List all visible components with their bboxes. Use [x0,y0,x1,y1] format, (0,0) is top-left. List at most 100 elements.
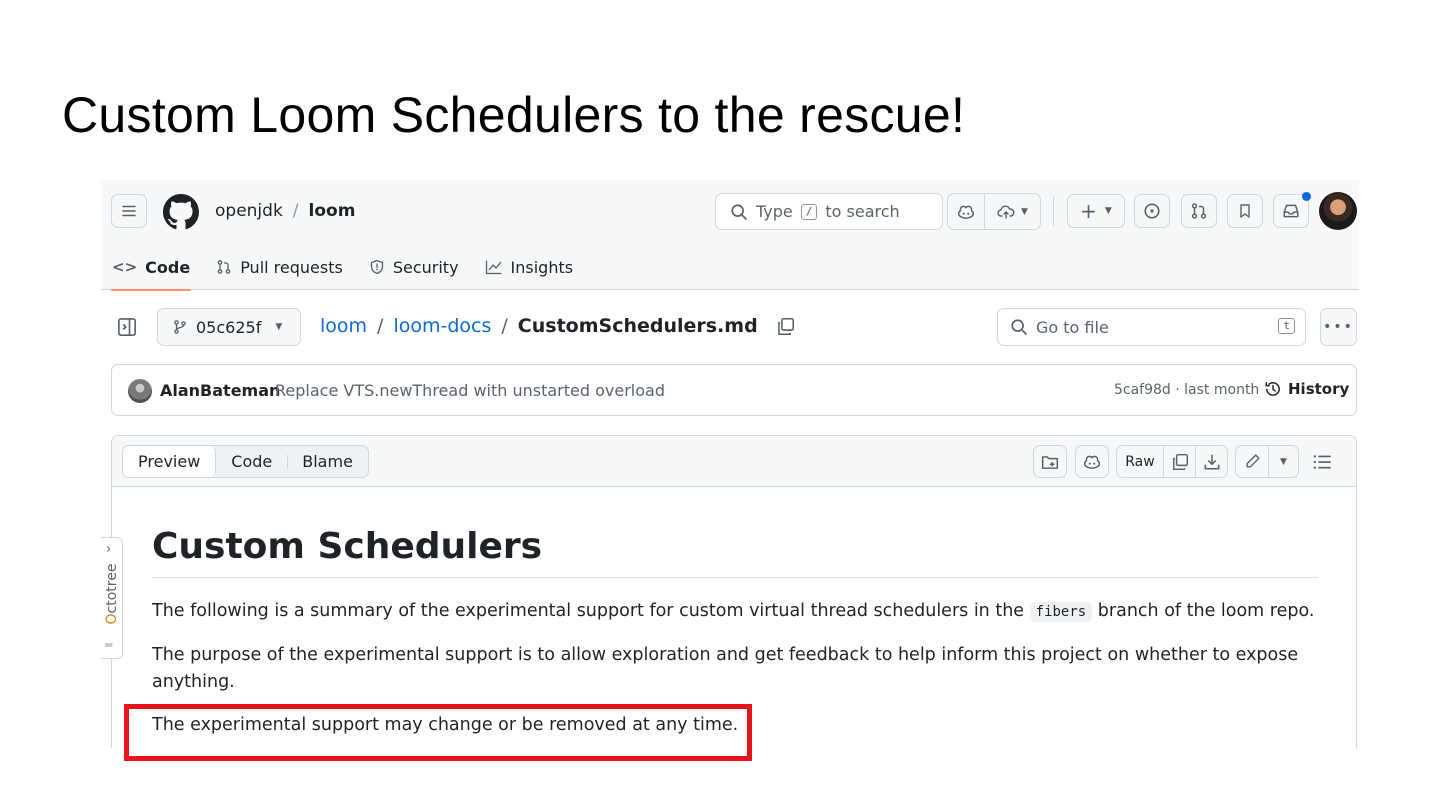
view-mode-toggle: Preview Code Blame [122,445,369,478]
edit-menu-button[interactable]: ▼ [1268,446,1298,477]
drag-handle-icon: ═ [105,638,113,652]
branch-icon [174,320,186,334]
discussions-button[interactable] [1227,194,1263,228]
branch-selector[interactable]: 05c625f ▼ [157,308,301,346]
repo-link[interactable]: loom [309,201,356,221]
list-icon [1313,455,1331,469]
copy-raw-button[interactable] [1163,446,1195,477]
octotree-sidebar-tab[interactable]: › Octotree ═ [101,537,123,659]
search-prefix: Type [756,202,793,221]
tab-code-label: Code [145,257,191,277]
notification-dot [1302,192,1311,201]
folder-plus-icon [1041,455,1059,469]
breadcrumb-separator: / [292,201,299,221]
tab-code-view[interactable]: Code [216,446,287,477]
path-link-root[interactable]: loom [320,315,367,337]
history-button[interactable]: History [1264,380,1349,398]
tab-pull-requests[interactable]: Pull requests [205,244,354,290]
search-shortcut-key: / [800,203,818,220]
file-breadcrumb: loom / loom-docs / CustomSchedulers.md [320,315,795,337]
go-to-file-input[interactable]: Go to file t [997,308,1306,346]
github-screenshot: openjdk / loom Type / to search ▼ + ▼ <>… [101,180,1359,748]
repo-nav: <> Code Pull requests Security Insights [101,244,585,291]
chevron-right-icon: › [106,542,112,557]
go-to-file-shortcut: t [1278,318,1295,334]
pull-request-icon [1191,203,1207,219]
download-button[interactable] [1195,446,1227,477]
copy-icon [1172,453,1188,470]
symbols-button[interactable] [1033,445,1067,478]
copy-icon[interactable] [776,317,795,336]
author-avatar[interactable] [128,379,152,403]
chevron-down-icon: ▼ [275,322,283,332]
kebab-horizontal-icon: ••• [1323,319,1354,335]
commit-meta[interactable]: 5caf98d · last month [1114,382,1259,398]
create-new-button[interactable]: + ▼ [1067,194,1125,228]
search-icon [731,203,747,220]
plus-icon: + [1080,199,1097,223]
more-options-button[interactable]: ••• [1320,308,1357,346]
inbox-icon [1283,204,1299,218]
ask-copilot-button[interactable] [1075,445,1109,478]
paragraph-intro-start: The following is a summary of the experi… [152,601,1025,621]
commit-author[interactable]: AlanBateman [160,381,280,400]
copilot-icon [957,205,975,219]
tab-insights[interactable]: Insights [474,244,585,290]
document-heading: Custom Schedulers [152,526,1318,578]
bookmark-icon [1240,204,1250,218]
tab-code[interactable]: <> Code [101,244,201,291]
inline-code-fibers: fibers [1029,602,1093,622]
global-search-input[interactable]: Type / to search [715,193,943,230]
graph-icon [485,260,502,275]
outline-button[interactable] [1312,452,1332,476]
copilot-icon [1083,455,1101,469]
user-avatar[interactable] [1319,192,1357,230]
current-file-name: CustomSchedulers.md [517,315,758,337]
cloud-icon [997,205,1015,219]
issue-icon [1144,203,1160,219]
path-link-folder[interactable]: loom-docs [393,315,491,337]
download-icon [1204,454,1219,469]
header-divider [1053,196,1054,226]
raw-actions-group: Raw [1116,445,1228,478]
chevron-down-icon: ▼ [1280,456,1287,467]
menu-button[interactable] [111,194,147,228]
highlight-annotation [124,704,752,761]
octotree-label: Octotree [104,563,120,625]
hamburger-icon [122,205,136,217]
commit-message[interactable]: Replace VTS.newThread with unstarted ove… [275,381,665,400]
latest-commit-bar: AlanBateman Replace VTS.newThread with u… [111,364,1357,416]
pull-requests-button[interactable] [1181,194,1217,228]
edit-file-button[interactable] [1236,446,1268,477]
search-suffix: to search [825,202,900,221]
path-separator: / [377,315,384,337]
path-separator: / [501,315,508,337]
shield-icon [370,259,383,275]
history-icon [1265,382,1280,396]
code-icon: <> [112,258,138,276]
tab-security-label: Security [392,257,459,277]
raw-button[interactable]: Raw [1117,446,1163,477]
expand-file-tree-button[interactable] [117,317,137,341]
pull-request-icon [217,260,231,274]
issues-button[interactable] [1134,194,1170,228]
tab-preview[interactable]: Preview [123,446,217,477]
copilot-group: ▼ [947,193,1041,230]
sidebar-expand-icon [118,318,136,336]
go-to-file-placeholder: Go to file [1036,317,1109,337]
search-icon [1011,319,1027,335]
file-toolbar: 05c625f ▼ loom / loom-docs / CustomSched… [101,290,1359,362]
chevron-down-icon: ▼ [1021,206,1028,217]
org-link[interactable]: openjdk [215,201,283,221]
slide-title: Custom Loom Schedulers to the rescue! [62,87,966,143]
paragraph-purpose: The purpose of the experimental support … [152,645,1299,692]
paragraph-intro-end: branch of the loom repo. [1097,601,1315,621]
file-viewer: Preview Code Blame Raw ▼ Custom Schedule… [111,435,1357,748]
paragraph-intro: The following is a summary of the experi… [152,598,1318,626]
copilot-menu-button[interactable]: ▼ [984,194,1040,229]
tab-blame[interactable]: Blame [287,446,368,477]
branch-name: 05c625f [196,317,262,337]
github-logo-icon[interactable] [163,194,199,230]
copilot-button[interactable] [948,194,984,229]
tab-security[interactable]: Security [358,244,470,290]
